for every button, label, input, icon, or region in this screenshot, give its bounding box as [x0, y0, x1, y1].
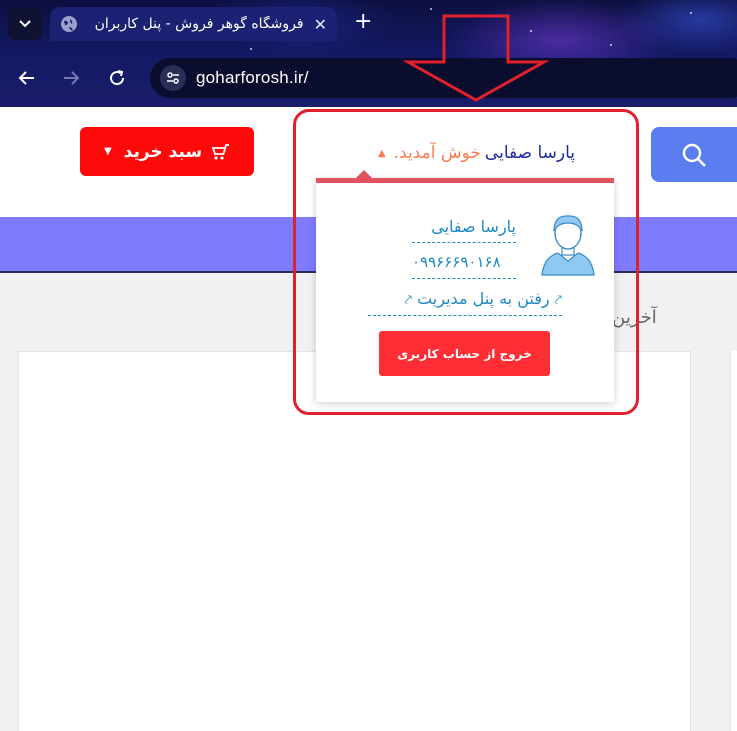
sidebar-card	[730, 351, 737, 731]
tab-search-button[interactable]	[8, 8, 42, 40]
reload-button[interactable]	[104, 65, 130, 91]
browser-tab[interactable]: فروشگاه گوهر فروش - پنل کاربران ✕	[50, 7, 337, 41]
globe-icon	[61, 16, 77, 32]
greeting-welcome: خوش آمدید.	[393, 143, 481, 163]
section-title: آخرین	[612, 307, 657, 328]
search-button[interactable]	[651, 127, 737, 182]
user-menu-toggle[interactable]: پارسا صفایی خوش آمدید. ▲	[340, 141, 575, 165]
star	[430, 8, 432, 10]
admin-panel-link[interactable]: ⤤ رفتن به پنل مدیریت ⤤	[368, 289, 562, 316]
dropdown-user-phone: ۰۹۹۶۶۶۹۰۱۶۸	[412, 253, 516, 279]
arrow-right-icon	[64, 71, 80, 85]
chevron-down-icon	[19, 20, 31, 28]
star	[250, 48, 252, 50]
tab-title: فروشگاه گوهر فروش - پنل کاربران	[94, 16, 304, 32]
caret-down-icon: ▼	[103, 146, 112, 157]
admin-panel-link-label: رفتن به پنل مدیریت	[417, 289, 550, 308]
search-icon	[682, 143, 706, 167]
user-dropdown: پارسا صفایی ۰۹۹۶۶۶۹۰۱۶۸ ⤤ رفتن به پنل مد…	[316, 170, 614, 402]
annotation-arrow-icon	[402, 14, 550, 102]
site-info-button[interactable]	[160, 65, 186, 91]
tab-close-icon[interactable]: ✕	[314, 15, 327, 34]
reload-icon	[110, 70, 125, 86]
user-avatar-icon	[541, 215, 595, 276]
browser-chrome: فروشگاه گوهر فروش - پنل کاربران ✕ + goha…	[0, 0, 737, 107]
cart-label: سبد خرید	[123, 141, 203, 162]
tune-icon	[167, 72, 179, 84]
greeting-name: پارسا صفایی	[484, 143, 575, 163]
back-button[interactable]	[14, 65, 40, 91]
content-card	[18, 351, 691, 731]
external-link-icon: ⤤	[554, 293, 562, 308]
new-tab-button[interactable]: +	[354, 11, 372, 33]
caret-up-icon: ▲	[377, 147, 386, 159]
dropdown-notch	[356, 170, 372, 178]
external-link-icon: ⤤	[404, 293, 412, 308]
star	[610, 44, 612, 46]
browser-toolbar: goharforosh.ir/	[0, 55, 737, 101]
dropdown-user-name: پارسا صفایی	[412, 217, 516, 243]
logout-button[interactable]: خروج از حساب کاربری	[379, 331, 550, 376]
cart-button[interactable]: سبد خرید ▼	[80, 127, 254, 176]
arrow-left-icon	[18, 71, 34, 85]
url-text: goharforosh.ir/	[196, 68, 309, 87]
cart-icon	[211, 143, 230, 160]
forward-button[interactable]	[58, 65, 84, 91]
star	[690, 12, 692, 14]
